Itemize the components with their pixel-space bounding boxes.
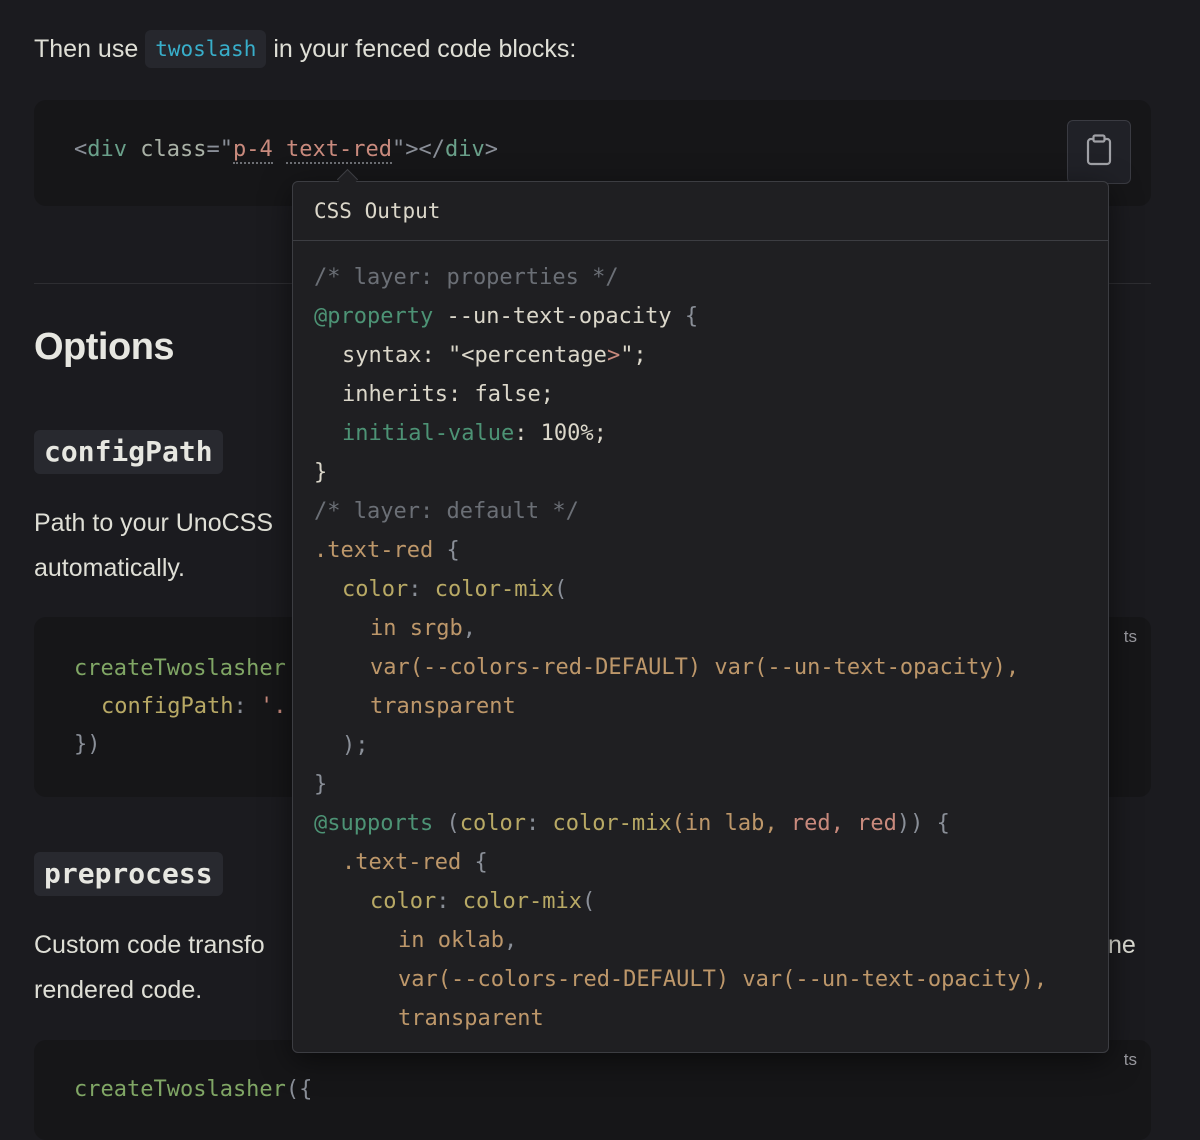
code-line: /* layer: properties */	[314, 265, 619, 290]
preprocess-desc-line1-tail: ne	[1108, 931, 1136, 959]
code-line: @property --un-text-opacity {	[314, 304, 699, 329]
code-line: }	[314, 772, 328, 797]
code-line: transparent	[370, 694, 516, 719]
config-path-desc-line1: Path to your UnoCSS	[34, 509, 274, 537]
options-heading: Options	[34, 326, 175, 368]
code-line: initial-value: 100%;	[342, 421, 607, 446]
config-path-desc-line2: automatically.	[34, 554, 185, 582]
intro-text-after: in your fenced code blocks:	[273, 35, 577, 63]
code-line: inherits: false;	[342, 382, 554, 407]
code-line: transparent	[398, 1006, 544, 1031]
code-line: var(--colors-red-DEFAULT) var(--un-text-…	[370, 655, 1020, 680]
code-line: })	[74, 732, 101, 757]
intro-text-before: Then use	[34, 35, 139, 63]
code-line: .text-red {	[314, 538, 460, 563]
class-token-p-4[interactable]: p-4	[232, 137, 273, 164]
css-output-popup: CSS Output /* layer: properties */ @prop…	[292, 181, 1109, 1053]
code-line: var(--colors-red-DEFAULT) var(--un-text-…	[398, 967, 1048, 992]
code-line: configPath: '.	[101, 694, 287, 719]
code-line: color: color-mix(	[342, 577, 568, 602]
code-line: in oklab,	[398, 928, 518, 953]
code-line: );	[342, 733, 369, 758]
twoslash-inline-code: twoslash	[145, 30, 267, 68]
code-line: createTwoslasher	[74, 656, 286, 681]
popup-title: CSS Output	[293, 182, 1108, 241]
class-token-text-red[interactable]: text-red	[285, 137, 392, 164]
preprocess-heading: preprocess	[34, 852, 223, 896]
code-line: /* layer: default */	[314, 499, 579, 524]
config-path-heading: configPath	[34, 430, 223, 474]
code-line: .text-red {	[342, 850, 488, 875]
code-line: createTwoslasher({	[74, 1077, 313, 1102]
preprocess-desc-line2: rendered code.	[34, 976, 203, 1004]
code-line: in srgb,	[370, 616, 476, 641]
code-line: }	[314, 460, 328, 485]
code-line: syntax: "<percentage>";	[342, 343, 647, 368]
copy-code-button[interactable]	[1067, 120, 1131, 184]
code-line: color: color-mix(	[370, 889, 596, 914]
example-code-line: <div class="p-4 text-red"></div>	[74, 137, 498, 164]
intro-paragraph: Then use twoslash in your fenced code bl…	[34, 27, 576, 72]
clipboard-icon	[1085, 133, 1113, 171]
lang-label: ts	[1123, 1050, 1137, 1069]
preprocess-desc-line1: Custom code transfo	[34, 931, 265, 959]
code-line: @supports (color: color-mix(in lab, red,…	[314, 811, 950, 836]
preprocess-code-block: ts createTwoslasher({	[34, 1040, 1151, 1140]
lang-label: ts	[1123, 627, 1137, 646]
